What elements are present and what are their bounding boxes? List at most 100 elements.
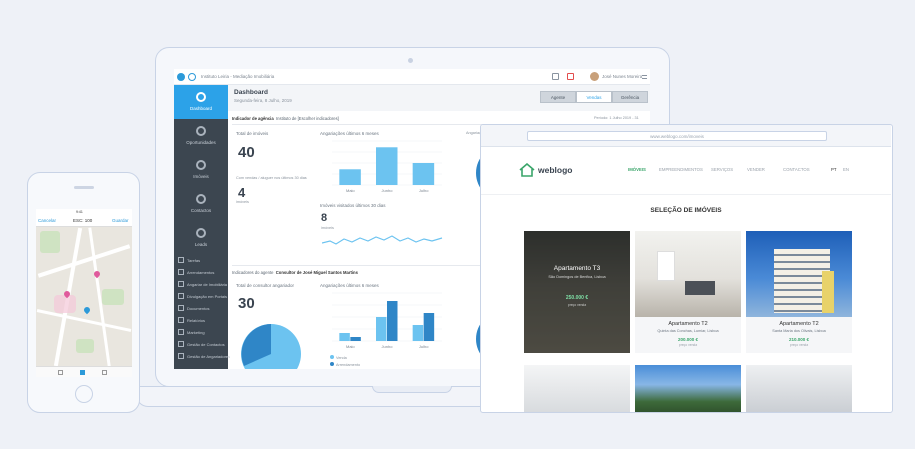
save-button[interactable]: Guardar [112,218,129,223]
property-card[interactable]: Apartamento T2 Quinta das Conchas, Lumia… [635,231,741,353]
sidebar-subitem[interactable]: Gestão de Contactos [178,341,225,347]
sidebar-item-dashboard[interactable]: Dashboard [174,85,228,119]
mobile-title: ESC: 100 [73,218,93,223]
sidebar-item-opportunities[interactable]: Oportunidades [174,119,228,153]
property-location: São Domingos de Benfica, Lisboa [548,275,606,279]
property-photo[interactable] [635,365,741,412]
url-bar[interactable]: www.weblogo.com/imoveis [527,131,827,141]
map-park [76,339,94,353]
menu-sell[interactable]: VENDER [747,167,765,172]
tick-label: Junho [382,188,394,193]
property-photo: Apartamento T3 São Domingos de Benfica, … [524,231,630,353]
menu-properties[interactable]: IMÓVEIS [628,167,646,172]
property-price: 200.000 € [677,337,699,342]
mobile-map-screen: 9:41 Cancelar ESC: 100 Guardar [36,209,132,377]
sidebar-subitem[interactable]: Arrendamentos [178,269,214,275]
agent-total-value: 30 [238,295,255,312]
app-logo-icon[interactable] [177,73,185,81]
tabs: Agente Vendas Gerência [540,91,648,103]
page-header: Dashboard Segunda-feira, 8 Julho, 2019 A… [228,85,650,111]
bar [350,337,361,341]
map-pin-icon[interactable] [92,269,102,279]
sidebar-subitem[interactable]: Marketing [178,329,205,335]
top-bar: Instituto Leiria - Mediação Imobiliária … [174,69,650,85]
phone-speaker [74,186,94,189]
sidebar-subitem[interactable]: Documentos [178,305,209,311]
sidebar-item-leads[interactable]: Leads [174,221,228,255]
map-pin-icon[interactable] [82,305,92,315]
bar [376,147,398,185]
house-logo-icon[interactable] [519,163,535,177]
user-name[interactable]: José Nunes Moreira [602,74,642,79]
lang-pt[interactable]: PT [831,167,837,172]
agent-pie-chart [241,324,301,369]
property-photo[interactable] [746,365,852,412]
property-location: Santa Maria dos Olivais, Lisboa [772,329,826,333]
sidebar-item-contacts[interactable]: Contactos [174,187,228,221]
map-area [54,295,76,313]
legend-rent: Arrendamento [330,362,360,367]
bar [412,325,424,341]
trend-line-chart [322,235,443,245]
browser-window: www.weblogo.com/imoveis weblogo IMÓVEIS … [480,124,893,413]
property-photo [635,231,741,317]
tab-icon[interactable] [58,370,63,375]
sidebar-subitem[interactable]: Gestão de Angariadores [178,353,230,359]
property-price-note: preço venda [789,343,809,347]
property-card[interactable]: Apartamento T3 São Domingos de Benfica, … [524,231,630,353]
bar-chart-bottom: Maio Junho Julho [332,292,442,349]
notification-icon[interactable] [567,73,574,80]
home-icon[interactable] [80,370,85,375]
bar [339,333,350,341]
map-road [36,309,132,332]
sidebar-item-properties[interactable]: Imóveis [174,153,228,187]
menu-icon[interactable] [642,75,647,79]
bar [339,169,361,185]
agency-filter[interactable]: Indicador de agência Instituto de [Escol… [232,116,339,121]
agent-total-label: Total de consultor angariador [236,283,295,288]
tab-management[interactable]: Gerência [612,91,648,103]
sidebar-subitem[interactable]: Angariar de Imobiliária [178,281,227,287]
avatar[interactable] [590,72,599,81]
tab-icon[interactable] [102,370,107,375]
bar [376,317,387,341]
target-icon [196,126,206,136]
tick-label: Julho [419,188,429,193]
total-properties-label: Total de imóveis [236,131,269,136]
sidebar: Dashboard Oportunidades Imóveis Contacto… [174,85,230,369]
property-title: Apartamento T2 [668,321,708,327]
section-title: SELEÇÃO DE IMÓVEIS [650,207,722,214]
sidebar-subitem[interactable]: Divulgação em Portais [178,293,227,299]
menu-developments[interactable]: EMPREENDIMENTOS [659,167,703,172]
agent-filter[interactable]: Indicadores do agente Consultor de José … [232,270,358,275]
page-title: Dashboard [234,89,268,96]
bar [412,163,435,185]
property-photo[interactable] [524,365,630,412]
laptop-notch [372,386,452,393]
viewed-value: 8 [321,212,328,224]
property-card[interactable]: Apartamento T2 Santa Maria dos Olivais, … [746,231,852,353]
user-icon [196,194,206,204]
sales-value: 4 [238,185,246,200]
bar-chart-top: Maio Junho Julho [332,140,442,193]
tick-label: Maio [346,344,355,349]
property-title: Apartamento T3 [553,265,601,272]
lang-en[interactable]: EN [843,167,849,172]
tab-agent[interactable]: Agente [540,91,576,103]
property-price: 210.000 € [788,337,810,342]
home-icon [196,160,206,170]
menu-contacts[interactable]: CONTACTOS [783,167,810,172]
property-title: Apartamento T2 [779,321,819,327]
laptop-camera [408,58,413,63]
site-brand[interactable]: weblogo [538,165,572,175]
date-filter[interactable]: Período: 1 Julho 2019 - 31 [594,116,639,120]
bar [423,313,435,341]
sidebar-subitem[interactable]: Relatórios [178,317,205,323]
cancel-button[interactable]: Cancelar [38,218,56,223]
mobile-nav: Cancelar ESC: 100 Guardar [36,215,132,227]
tab-sales[interactable]: Vendas [576,91,612,103]
menu-services[interactable]: SERVIÇOS [711,167,733,172]
sidebar-subitem[interactable]: Tarefas [178,257,200,263]
clipboard-icon[interactable] [552,73,559,80]
bar [387,301,398,341]
